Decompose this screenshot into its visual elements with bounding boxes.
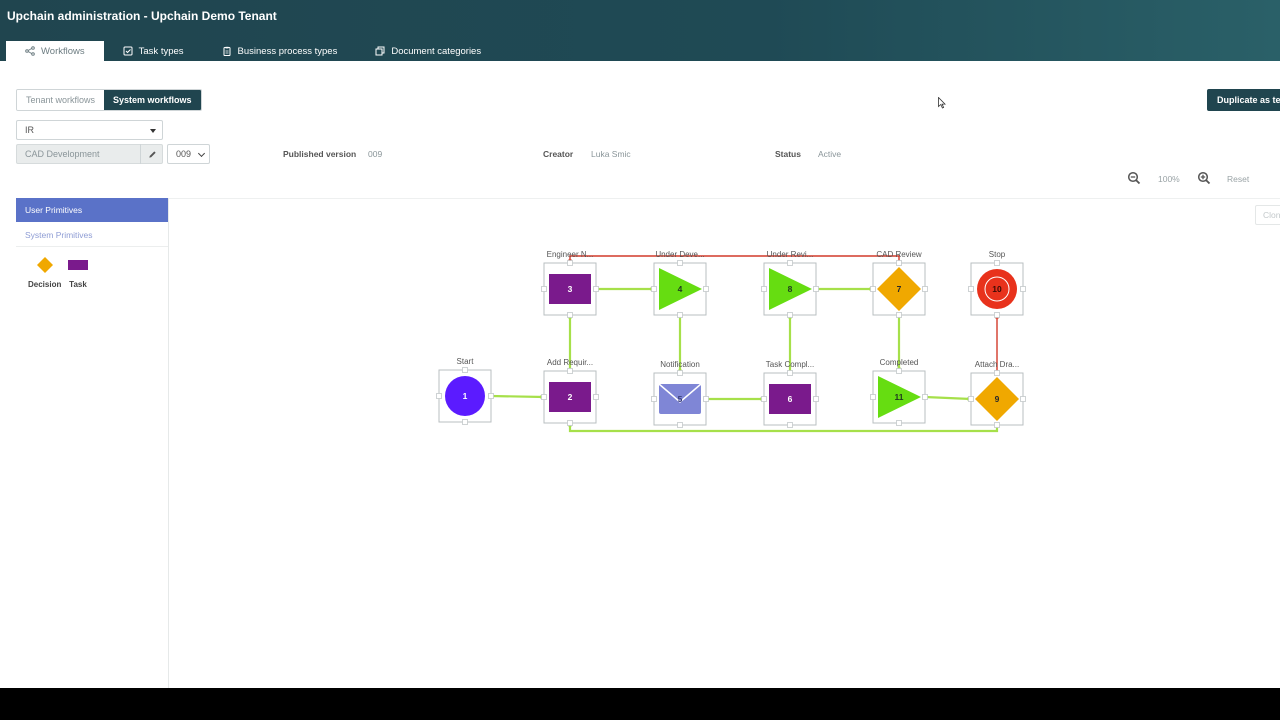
tab-document-categories[interactable]: Document categories xyxy=(356,41,500,61)
node-label: Task Compl... xyxy=(766,360,814,369)
node-number: 9 xyxy=(995,394,1000,404)
workflow-scope-toggle: Tenant workflows System workflows xyxy=(16,89,202,111)
link-1-2[interactable] xyxy=(490,394,545,399)
node-number: 7 xyxy=(897,284,902,294)
node-label: CAD Review xyxy=(876,250,922,259)
node-number: 8 xyxy=(788,284,793,294)
node-number: 10 xyxy=(992,284,1002,294)
checkbox-icon xyxy=(123,46,133,56)
status-label: Status xyxy=(775,149,801,159)
node-number: 11 xyxy=(895,392,904,402)
node-label: Stop xyxy=(989,250,1006,259)
node-2[interactable]: 2 Add Requir... xyxy=(541,358,599,426)
node-10[interactable]: 10 Stop xyxy=(968,250,1026,318)
node-label: Engineer N... xyxy=(547,250,594,259)
published-version-value: 009 xyxy=(368,149,383,159)
tab-task-types[interactable]: Task types xyxy=(104,41,203,61)
node-1[interactable]: 1 Start xyxy=(436,357,494,425)
zoom-level: 100% xyxy=(1158,174,1180,184)
user-primitives-tab[interactable]: User Primitives xyxy=(16,198,168,222)
documents-icon xyxy=(375,46,385,56)
workflow-type-select[interactable]: IR xyxy=(16,120,163,140)
tab-label: Business process types xyxy=(237,45,338,57)
link-7-3[interactable] xyxy=(569,255,900,263)
node-label: Start xyxy=(457,357,475,366)
tab-label: Task types xyxy=(138,45,184,57)
tab-label: Document categories xyxy=(391,45,482,57)
edit-name-button[interactable] xyxy=(140,144,163,164)
workflow-icon xyxy=(25,46,35,56)
nodes-layer: 1 Start 2 Add Requir... 3 Engineer N... 4 Under… xyxy=(436,250,1026,428)
app-title: Upchain administration - Upchain Demo Te… xyxy=(7,9,277,23)
system-primitives-tab[interactable]: System Primitives xyxy=(16,223,168,247)
zoom-in-icon[interactable] xyxy=(1197,171,1211,185)
node-number: 1 xyxy=(463,391,468,401)
tab-label: Workflows xyxy=(41,45,85,57)
primitives-panel: User Primitives System Primitives Decisi… xyxy=(16,198,169,688)
node-number: 3 xyxy=(568,284,573,294)
workflow-type-value: IR xyxy=(25,125,34,135)
node-8[interactable]: 8 Under Revi... xyxy=(761,250,819,318)
reset-zoom-button[interactable]: Reset xyxy=(1227,174,1249,184)
clipboard-icon xyxy=(223,46,231,56)
node-5[interactable]: 5 Notification xyxy=(651,360,709,428)
caret-down-icon xyxy=(150,129,156,133)
node-label: Completed xyxy=(880,358,919,367)
system-workflows-button[interactable]: System workflows xyxy=(104,90,201,110)
node-label: Notification xyxy=(660,360,700,369)
duplicate-as-tenant-button[interactable]: Duplicate as te xyxy=(1207,89,1280,111)
task-primitive[interactable]: Task xyxy=(68,256,88,289)
node-11[interactable]: 11 Completed xyxy=(870,358,928,426)
node-number: 5 xyxy=(678,394,683,404)
node-3[interactable]: 3 Engineer N... xyxy=(541,250,599,318)
node-label: Attach Dra... xyxy=(975,360,1019,369)
node-label: Under Revi... xyxy=(767,250,814,259)
tab-business-process-types[interactable]: Business process types xyxy=(203,41,357,61)
rectangle-icon xyxy=(68,260,88,270)
chevron-down-icon xyxy=(197,149,206,158)
node-4[interactable]: 4 Under Deve... xyxy=(651,250,709,318)
clone-button[interactable]: Clon xyxy=(1255,205,1280,225)
link-11-9[interactable] xyxy=(924,395,972,401)
main-tabs: Workflows Task types Business process ty… xyxy=(6,41,500,61)
decision-label: Decision xyxy=(28,280,62,289)
creator-value: Luka Smic xyxy=(591,149,631,159)
published-version-label: Published version xyxy=(283,149,357,159)
decision-primitive[interactable]: Decision xyxy=(28,256,61,289)
creator-label: Creator xyxy=(543,149,574,159)
pencil-icon xyxy=(148,150,156,158)
zoom-out-icon[interactable] xyxy=(1127,171,1141,185)
status-value: Active xyxy=(818,149,842,159)
node-number: 4 xyxy=(678,284,683,294)
bottom-bar xyxy=(0,688,1280,720)
workflow-name-value: CAD Development xyxy=(25,149,100,159)
node-9[interactable]: 9 Attach Dra... xyxy=(968,360,1026,428)
node-label: Add Requir... xyxy=(547,358,593,367)
node-6[interactable]: 6 Task Compl... xyxy=(761,360,819,428)
tab-workflows[interactable]: Workflows xyxy=(6,41,104,61)
tenant-workflows-button[interactable]: Tenant workflows xyxy=(17,90,105,110)
diamond-icon xyxy=(36,257,53,273)
mouse-cursor-icon xyxy=(938,97,946,109)
node-number: 2 xyxy=(568,392,573,402)
content-divider xyxy=(16,198,1280,199)
node-number: 6 xyxy=(788,394,793,404)
task-label: Task xyxy=(69,280,87,289)
node-label: Under Deve... xyxy=(655,250,704,259)
app-header: Upchain administration - Upchain Demo Te… xyxy=(0,0,1280,61)
version-value: 009 xyxy=(176,149,192,159)
version-select[interactable]: 009 xyxy=(167,144,210,164)
node-7[interactable]: 7 CAD Review xyxy=(870,250,928,318)
